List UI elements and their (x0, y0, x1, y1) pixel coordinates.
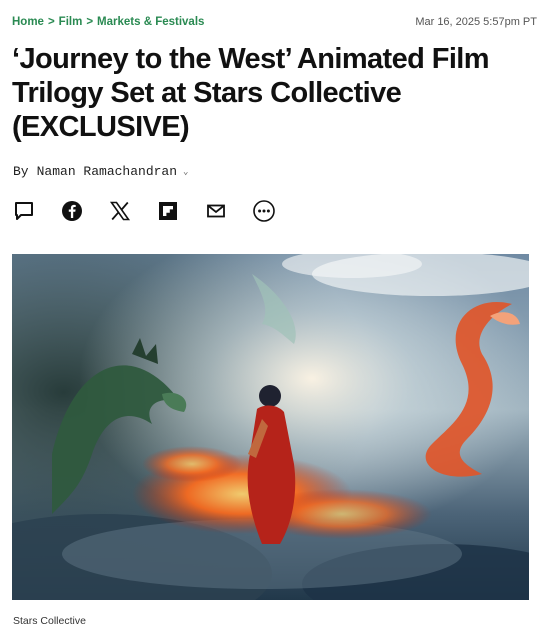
byline: By Naman Ramachandran ⌄ (13, 164, 188, 179)
email-icon[interactable] (204, 199, 228, 223)
article-title: ‘Journey to the West’ Animated Film Tril… (12, 42, 532, 144)
breadcrumb-home[interactable]: Home (12, 16, 44, 28)
hero-illustration (12, 254, 529, 600)
comment-icon[interactable] (12, 199, 36, 223)
breadcrumb: Home > Film > Markets & Festivals (12, 16, 204, 28)
hero-image (12, 254, 529, 600)
article-title-line: (EXCLUSIVE) (12, 111, 190, 143)
breadcrumb-separator: > (86, 16, 94, 28)
image-caption: Stars Collective (13, 615, 86, 627)
breadcrumb-markets-festivals[interactable]: Markets & Festivals (97, 16, 204, 28)
flipboard-icon[interactable] (156, 199, 180, 223)
publish-timestamp: Mar 16, 2025 5:57pm PT (415, 16, 537, 28)
share-toolbar (12, 198, 300, 224)
article-title-line: ‘Journey to the West’ Animated Film (12, 43, 490, 75)
breadcrumb-film[interactable]: Film (59, 16, 83, 28)
facebook-icon[interactable] (60, 199, 84, 223)
author-name[interactable]: Naman Ramachandran (37, 164, 177, 179)
article-title-line: Trilogy Set at Stars Collective (12, 77, 402, 109)
byline-by-label: By (13, 164, 29, 179)
header-bar: Home > Film > Markets & Festivals Mar 16… (12, 14, 537, 30)
more-icon[interactable] (252, 199, 276, 223)
chevron-down-icon[interactable]: ⌄ (183, 167, 188, 177)
breadcrumb-separator: > (47, 16, 55, 28)
x-icon[interactable] (108, 199, 132, 223)
